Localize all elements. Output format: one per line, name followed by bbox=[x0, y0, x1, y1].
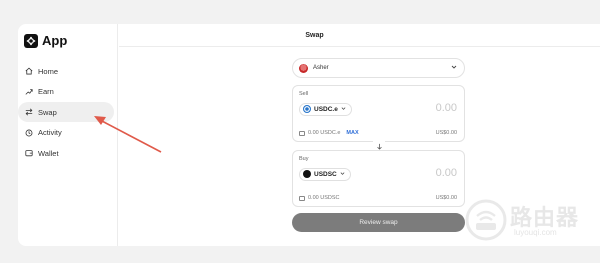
home-icon bbox=[24, 66, 34, 76]
review-swap-button[interactable]: Review swap bbox=[292, 213, 465, 232]
buy-card: Buy USDSC 0.00 0.00 USDSC US$0.00 bbox=[292, 150, 465, 207]
sidebar-nav: Home Earn Swap Activity Wallet bbox=[18, 61, 118, 164]
wallet-icon bbox=[299, 130, 305, 136]
wallet-icon bbox=[299, 195, 305, 201]
sell-card: Sell USDC.e 0.00 0.00 USDC.e MAX US$0.00 bbox=[292, 85, 465, 142]
sidebar-item-wallet[interactable]: Wallet bbox=[18, 143, 118, 163]
sidebar-item-label: Swap bbox=[38, 107, 57, 117]
logo-icon bbox=[24, 33, 38, 48]
sidebar-item-label: Home bbox=[38, 66, 59, 76]
page-title: Swap bbox=[119, 24, 600, 47]
account-selector[interactable]: Asher bbox=[292, 58, 465, 78]
buy-amount-input[interactable]: 0.00 bbox=[436, 167, 457, 179]
sidebar-item-label: Earn bbox=[38, 87, 54, 96]
buy-usd-value: US$0.00 bbox=[435, 195, 457, 201]
max-button[interactable]: MAX bbox=[346, 130, 358, 136]
sell-balance: 0.00 USDC.e bbox=[308, 130, 341, 136]
usdc-e-token-icon bbox=[303, 105, 311, 113]
activity-icon bbox=[24, 128, 34, 138]
sell-usd-value: US$0.00 bbox=[435, 130, 457, 136]
chevron-down-icon bbox=[341, 106, 346, 113]
logo-text: App bbox=[42, 33, 68, 48]
router-icon bbox=[465, 199, 507, 241]
buy-label: Buy bbox=[299, 156, 309, 162]
arrow-down-icon bbox=[376, 143, 382, 150]
sell-amount-input[interactable]: 0.00 bbox=[436, 102, 457, 114]
sell-footer: 0.00 USDC.e MAX US$0.00 bbox=[299, 130, 457, 136]
watermark: 路由器 luyouqi.com bbox=[462, 196, 600, 246]
watermark-subtext: luyouqi.com bbox=[514, 228, 557, 237]
sidebar-item-label: Wallet bbox=[38, 148, 59, 158]
sell-token-name: USDC.e bbox=[314, 105, 338, 113]
sidebar-item-label: Activity bbox=[38, 128, 62, 137]
buy-token-selector[interactable]: USDSC bbox=[299, 167, 351, 181]
sidebar-item-earn[interactable]: Earn bbox=[18, 82, 118, 102]
account-name: Asher bbox=[313, 65, 329, 71]
buy-balance: 0.00 USDSC bbox=[308, 195, 340, 201]
sidebar: App Home Earn Swap Activity Wallet bbox=[18, 24, 118, 246]
chevron-down-icon bbox=[451, 64, 457, 72]
buy-footer: 0.00 USDSC US$0.00 bbox=[299, 195, 457, 201]
sidebar-item-activity[interactable]: Activity bbox=[18, 123, 118, 143]
sell-label: Sell bbox=[299, 91, 309, 97]
app-logo[interactable]: App bbox=[24, 33, 67, 48]
swap-icon bbox=[24, 107, 34, 117]
sidebar-item-swap[interactable]: Swap bbox=[18, 102, 114, 122]
chevron-down-icon bbox=[340, 171, 345, 178]
avatar bbox=[299, 63, 308, 73]
buy-token-name: USDSC bbox=[314, 170, 337, 178]
sidebar-item-home[interactable]: Home bbox=[18, 61, 118, 81]
wallet-icon bbox=[24, 148, 34, 158]
earn-icon bbox=[24, 87, 34, 97]
usdsc-token-icon bbox=[303, 170, 311, 178]
sell-token-selector[interactable]: USDC.e bbox=[299, 102, 352, 116]
